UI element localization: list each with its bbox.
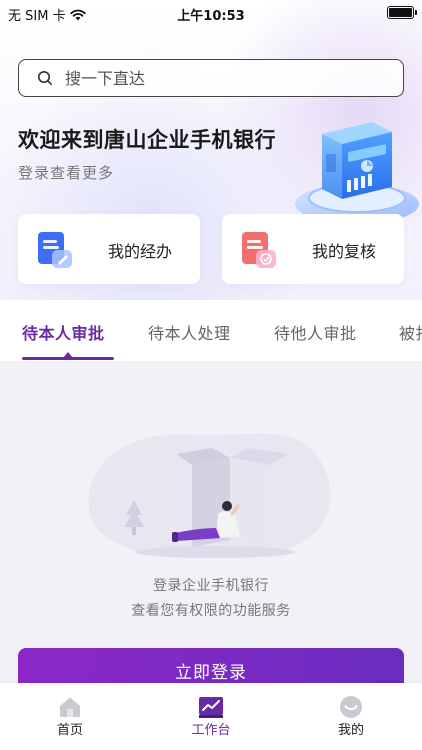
- search-input[interactable]: [65, 68, 365, 88]
- tabbar-label: 工作台: [191, 723, 231, 738]
- tabbar-item-workbench[interactable]: 工作台: [161, 683, 261, 750]
- card-label: 我的复核: [312, 242, 377, 261]
- status-bar: 无 SIM 卡 上午10:53: [0, 0, 422, 26]
- tab-returned[interactable]: 被打回: [399, 320, 422, 344]
- approval-tabs: 待本人审批 待本人处理 待他人审批 被打回: [0, 300, 422, 361]
- my-review-card[interactable]: 我的复核: [222, 214, 404, 284]
- card-label: 我的经办: [108, 242, 173, 261]
- empty-state-line1: 登录企业手机银行: [153, 578, 269, 594]
- tabbar-item-home[interactable]: 首页: [20, 683, 120, 750]
- battery-icon: [387, 6, 417, 19]
- search-icon: [38, 71, 52, 85]
- tabbar-label: 首页: [56, 723, 83, 738]
- my-handled-card[interactable]: 我的经办: [18, 214, 200, 284]
- search-bar[interactable]: [18, 59, 404, 97]
- bottom-tab-bar: 首页 工作台 我的: [0, 683, 422, 750]
- tabbar-item-mine[interactable]: 我的: [301, 683, 401, 750]
- bank-server-illustration: [295, 122, 419, 224]
- welcome-subtitle[interactable]: 登录查看更多: [18, 162, 114, 183]
- tab-pending-my-approval[interactable]: 待本人审批: [22, 320, 105, 344]
- document-pen-icon: [38, 232, 72, 268]
- empty-box-illustration: [88, 433, 331, 559]
- profile-icon: [340, 696, 362, 718]
- tab-indicator: [22, 357, 114, 360]
- tab-pending-others-approval[interactable]: 待他人审批: [274, 320, 357, 344]
- workbench-icon: [199, 697, 223, 718]
- welcome-title: 欢迎来到唐山企业手机银行: [18, 128, 276, 152]
- empty-state-line2: 查看您有权限的功能服务: [131, 603, 291, 619]
- document-check-icon: [242, 232, 276, 268]
- tab-pending-my-handling[interactable]: 待本人处理: [148, 320, 231, 344]
- status-time: 上午10:53: [177, 9, 245, 24]
- tabbar-label: 我的: [337, 723, 364, 738]
- home-icon: [60, 697, 80, 717]
